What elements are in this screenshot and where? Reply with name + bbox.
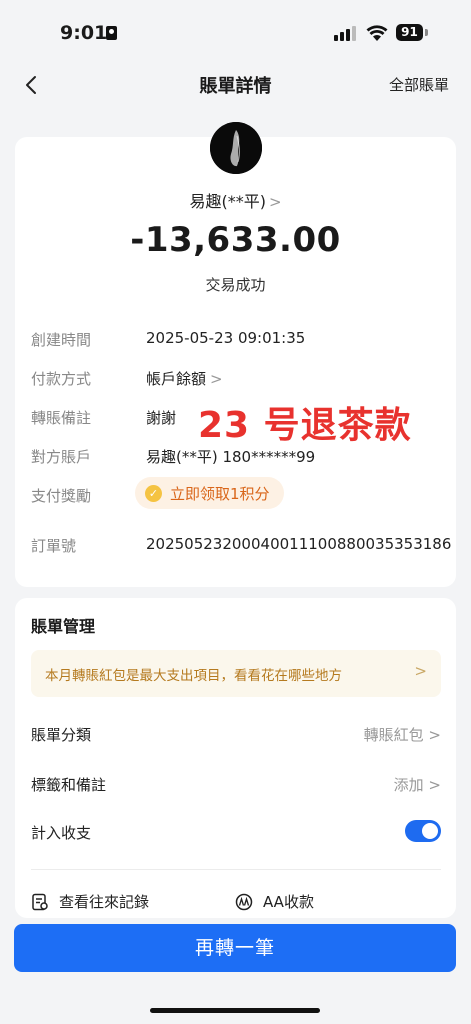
detail-label: 創建時間 bbox=[31, 331, 92, 349]
section-title: 賬單管理 bbox=[31, 617, 96, 636]
transfer-again-button[interactable]: 再轉一筆 bbox=[14, 924, 456, 972]
battery-indicator: 91 bbox=[396, 24, 423, 41]
bill-management-card: 賬單管理 本月轉賬紅包是最大支出項目，看看花在哪些地方 > 賬單分類 轉賬紅包 … bbox=[15, 598, 456, 918]
aa-icon bbox=[235, 893, 253, 910]
detail-label: 付款方式 bbox=[31, 370, 92, 388]
include-in-stats-row: 計入收支 bbox=[31, 820, 441, 848]
battery-tip bbox=[425, 29, 428, 36]
view-history-link[interactable]: 查看往來記錄 bbox=[31, 891, 149, 912]
transaction-amount: -13,633.00 bbox=[130, 220, 341, 260]
detail-row-note: 轉賬備註 謝謝 23 号退茶款 bbox=[31, 405, 451, 446]
payee-avatar[interactable] bbox=[210, 122, 262, 174]
detail-row-payment-method[interactable]: 付款方式 帳戶餘額 > bbox=[31, 368, 451, 392]
coin-icon: ✓ bbox=[145, 484, 162, 502]
transaction-status: 交易成功 bbox=[205, 276, 266, 294]
home-indicator bbox=[150, 1008, 320, 1013]
detail-row-order-number: 訂單號 20250523200040011100880035353186 bbox=[31, 535, 451, 559]
row-value: 轉賬紅包 bbox=[363, 726, 424, 744]
divider bbox=[31, 869, 441, 870]
note-annotation: 23 号退茶款 bbox=[198, 405, 412, 446]
detail-value: 20250523200040011100880035353186 bbox=[146, 535, 452, 553]
chevron-right-icon: > bbox=[428, 776, 441, 794]
row-value: 添加 bbox=[393, 776, 424, 794]
chevron-right-icon: > bbox=[414, 662, 427, 680]
all-bills-link[interactable]: 全部賬單 bbox=[389, 74, 449, 95]
detail-label: 轉賬備註 bbox=[31, 409, 92, 427]
detail-value: 易趣(**平) 180******99 bbox=[146, 448, 316, 466]
detail-value: 帳戶餘額 bbox=[146, 370, 207, 388]
detail-label: 訂單號 bbox=[31, 537, 77, 555]
aa-collect-label: AA收款 bbox=[263, 893, 314, 911]
detail-row-created-time: 創建時間 2025-05-23 09:01:35 bbox=[31, 329, 451, 353]
chevron-right-icon: > bbox=[428, 726, 441, 744]
detail-label: 對方賬戶 bbox=[31, 448, 92, 466]
bill-category-row[interactable]: 賬單分類 轉賬紅包 > bbox=[31, 724, 441, 750]
detail-value: 謝謝 bbox=[146, 409, 177, 427]
detail-label: 支付獎勵 bbox=[31, 487, 92, 505]
status-bar: 9:01 91 bbox=[0, 0, 471, 64]
aa-collect-link[interactable]: AA收款 bbox=[235, 891, 314, 912]
detail-value: 2025-05-23 09:01:35 bbox=[146, 329, 306, 347]
view-history-label: 查看往來記錄 bbox=[59, 893, 150, 911]
row-label: 標籤和備註 bbox=[31, 776, 107, 794]
claim-points-label: 立即领取1积分 bbox=[170, 484, 270, 503]
status-time: 9:01 bbox=[60, 22, 108, 44]
tags-notes-row[interactable]: 標籤和備註 添加 > bbox=[31, 774, 441, 800]
payee-name-text: 易趣(**平) bbox=[189, 192, 266, 211]
row-label: 賬單分類 bbox=[31, 726, 92, 744]
id-card-icon bbox=[106, 26, 117, 40]
chevron-right-icon: > bbox=[210, 370, 223, 388]
row-label: 計入收支 bbox=[31, 824, 92, 842]
transaction-card: 易趣(**平) > -13,633.00 交易成功 創建時間 2025-05-23… bbox=[15, 122, 456, 587]
payee-name[interactable]: 易趣(**平) > bbox=[15, 188, 456, 212]
detail-row-reward: 支付獎勵 ✓ 立即领取1积分 bbox=[31, 477, 451, 509]
detail-row-counterparty: 對方賬戶 易趣(**平) 180******99 bbox=[31, 446, 451, 470]
spending-insight-banner[interactable]: 本月轉賬紅包是最大支出項目，看看花在哪些地方 > bbox=[31, 650, 441, 697]
records-icon bbox=[32, 893, 48, 910]
include-in-stats-toggle[interactable] bbox=[405, 820, 441, 842]
claim-points-button[interactable]: ✓ 立即领取1积分 bbox=[135, 477, 284, 509]
signal-icon bbox=[334, 25, 356, 41]
banner-text: 本月轉賬紅包是最大支出項目，看看花在哪些地方 bbox=[45, 668, 342, 684]
wifi-icon bbox=[366, 25, 388, 41]
nav-bar: 賬單詳情 全部賬單 bbox=[0, 64, 471, 108]
chevron-right-icon: > bbox=[268, 193, 282, 211]
